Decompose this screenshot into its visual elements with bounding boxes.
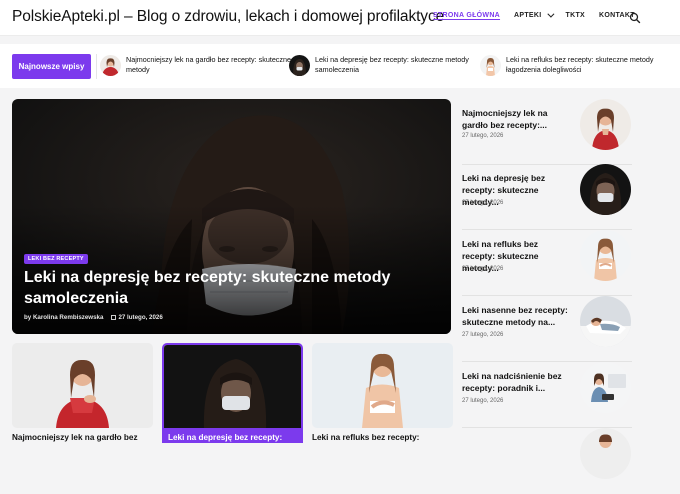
ticker-item[interactable]: Leki na depresję bez recepty: skuteczne … bbox=[289, 55, 487, 76]
post-card-image bbox=[162, 343, 303, 428]
ticker-item[interactable]: Najmocniejszy lek na gardło bez recepty:… bbox=[100, 55, 298, 76]
post-card-title: Najmocniejszy lek na gardło bez bbox=[12, 433, 138, 442]
sidebar-post-thumbnail bbox=[580, 362, 631, 413]
ticker-item-title: Leki na depresję bez recepty: skuteczne … bbox=[315, 55, 469, 74]
sidebar-post[interactable]: Leki na refluks bez recepty: skuteczne m… bbox=[462, 230, 632, 296]
sidebar-post[interactable]: Leki nasenne bez recepty: skuteczne meto… bbox=[462, 296, 632, 362]
sidebar-post-title: Leki nasenne bez recepty: skuteczne meto… bbox=[462, 305, 568, 327]
ticker-thumbnail bbox=[289, 55, 310, 76]
site-header: PolskieApteki.pl – Blog o zdrowiu, lekac… bbox=[0, 0, 680, 36]
nav-item-tktx[interactable]: TKTX bbox=[566, 12, 585, 19]
ticker-item[interactable]: Leki na refluks bez recepty: skuteczne m… bbox=[480, 55, 678, 76]
post-card-active[interactable]: Leki na depresję bez recepty: bbox=[162, 343, 303, 443]
sidebar-post[interactable]: Leki na depresję bez recepty: skuteczne … bbox=[462, 164, 632, 230]
sidebar-post[interactable]: Leki na nadciśnienie bez recepty: poradn… bbox=[462, 362, 632, 428]
ticker-item-title: Najmocniejszy lek na gardło bez recepty:… bbox=[126, 55, 291, 74]
nav-item-label: TKTX bbox=[565, 12, 585, 19]
post-card-image bbox=[12, 343, 153, 428]
featured-post-title[interactable]: Leki na depresję bez recepty: skuteczne … bbox=[24, 267, 424, 309]
calendar-icon bbox=[111, 315, 117, 320]
chevron-down-icon bbox=[546, 10, 554, 18]
post-card-title: Leki na depresję bez recepty: bbox=[162, 428, 303, 443]
post-date: 27 lutego, 2026 bbox=[111, 314, 163, 321]
sidebar-post[interactable]: Najmocniejszy lek na gardło bez recepty:… bbox=[462, 99, 632, 165]
post-date-text: 27 lutego, 2026 bbox=[118, 314, 163, 321]
latest-posts-ticker: Najnowsze wpisy Najmocniejszy lek na gar… bbox=[0, 44, 680, 88]
category-badge[interactable]: LEKI BEZ RECEPTY bbox=[24, 254, 88, 264]
sidebar-post-thumbnail bbox=[580, 164, 631, 215]
nav-item-label: APTEKI bbox=[514, 12, 542, 19]
sidebar-post-thumbnail bbox=[580, 428, 631, 479]
sidebar-post-date: 27 lutego, 2026 bbox=[462, 332, 504, 338]
post-card[interactable]: Leki na refluks bez recepty: bbox=[312, 343, 453, 443]
sidebar-post-date: 27 lutego, 2026 bbox=[462, 133, 504, 139]
sidebar-post-title: Leki na nadciśnienie bez recepty: poradn… bbox=[462, 371, 562, 393]
search-icon[interactable] bbox=[629, 12, 641, 24]
ticker-thumbnail bbox=[480, 55, 501, 76]
latest-posts-badge: Najnowsze wpisy bbox=[12, 54, 91, 79]
sidebar-post-date: 27 lutego, 2026 bbox=[462, 200, 504, 206]
sidebar-post-date: 27 lutego, 2026 bbox=[462, 266, 504, 272]
post-card-title: Leki na refluks bez recepty: bbox=[312, 433, 420, 442]
sidebar-post-thumbnail bbox=[580, 99, 631, 150]
sidebar-post-thumbnail bbox=[580, 296, 631, 347]
divider bbox=[96, 54, 97, 79]
site-title[interactable]: PolskieApteki.pl – Blog o zdrowiu, lekac… bbox=[12, 8, 444, 26]
nav-item-label: STRONA GŁÓWNA bbox=[433, 12, 501, 19]
sidebar-post-title: Najmocniejszy lek na gardło bez recepty:… bbox=[462, 108, 548, 130]
ticker-item-title: Leki na refluks bez recepty: skuteczne m… bbox=[506, 55, 654, 74]
nav-item-home[interactable]: STRONA GŁÓWNA bbox=[433, 12, 500, 19]
featured-post-meta: by Karolina Rembiszewska 27 lutego, 2026 bbox=[24, 314, 163, 321]
post-card[interactable]: Najmocniejszy lek na gardło bez bbox=[12, 343, 153, 443]
post-card-image bbox=[312, 343, 453, 428]
nav-item-apteki[interactable]: APTEKI bbox=[514, 10, 554, 19]
main-nav: STRONA GŁÓWNA APTEKI TKTX KONTAKT bbox=[433, 10, 649, 19]
featured-post[interactable]: LEKI BEZ RECEPTY Leki na depresję bez re… bbox=[12, 99, 451, 334]
sidebar-post[interactable] bbox=[462, 428, 632, 494]
author-name[interactable]: by Karolina Rembiszewska bbox=[24, 314, 103, 321]
ticker-thumbnail bbox=[100, 55, 121, 76]
sidebar-post-thumbnail bbox=[580, 230, 631, 281]
sidebar-post-date: 27 lutego, 2026 bbox=[462, 398, 504, 404]
